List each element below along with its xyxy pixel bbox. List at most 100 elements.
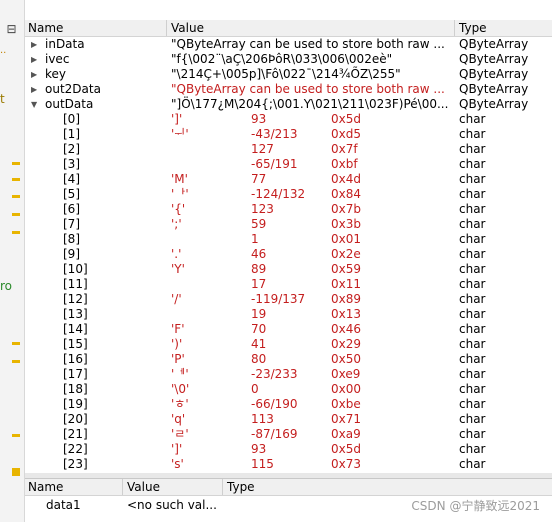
tree-row-child[interactable]: [20] 'q' 113 0x71 char — [25, 412, 552, 427]
tree-row-child[interactable]: [9] '.' 46 0x2e char — [25, 247, 552, 262]
tree-row-outData[interactable]: ▼ outData "]Ö\177¿M\204{;\001.Y\021\211\02… — [25, 97, 552, 112]
child-char: 'ㅎ' — [171, 397, 189, 411]
child-type: char — [459, 202, 486, 216]
tree-row-child[interactable]: [13] 19 0x13 char — [25, 307, 552, 322]
gutter-dots: ·· — [0, 48, 7, 59]
tree-row-child[interactable]: [0] ']' 93 0x5d char — [25, 112, 552, 127]
child-hex: 0x84 — [331, 187, 362, 201]
child-index: [3] — [63, 157, 80, 171]
watch-row-name: data1 — [46, 498, 81, 512]
tree-row-child[interactable]: [16] 'P' 80 0x50 char — [25, 352, 552, 367]
child-decimal: -87/169 — [251, 427, 298, 441]
tree-row-child[interactable]: [1] 'ᅱ' -43/213 0xd5 char — [25, 127, 552, 142]
watch-header-name[interactable]: Name — [28, 480, 63, 494]
child-decimal: 70 — [251, 322, 267, 336]
tree-row-ivec[interactable]: ▶ ivec "f{\002¨\aÇ\206ÞôR\033\006\002eè" QB… — [25, 52, 552, 67]
child-char: '.' — [171, 247, 182, 261]
child-hex: 0x89 — [331, 292, 362, 306]
child-type: char — [459, 217, 486, 231]
change-marker — [12, 468, 20, 476]
var-name: outData — [45, 97, 94, 111]
child-hex: 0x71 — [331, 412, 362, 426]
gutter-ro-text: ro — [0, 279, 13, 293]
tree-row-child[interactable]: [3] -65/191 0xbf char — [25, 157, 552, 172]
tree-row-child[interactable]: [10] 'Y' 89 0x59 char — [25, 262, 552, 277]
tree-row-child[interactable]: [7] ';' 59 0x3b char — [25, 217, 552, 232]
var-type: QByteArray — [459, 82, 529, 96]
var-type: QByteArray — [459, 97, 529, 111]
watch-header-type[interactable]: Type — [227, 480, 255, 494]
child-hex: 0x11 — [331, 277, 362, 291]
change-marker — [12, 231, 20, 234]
child-char: '\0' — [171, 382, 190, 396]
tree-row-child[interactable]: [18] '\0' 0 0x00 char — [25, 382, 552, 397]
tree-row-child[interactable]: [19] 'ㅎ' -66/190 0xbe char — [25, 397, 552, 412]
child-type: char — [459, 172, 486, 186]
child-hex: 0x4d — [331, 172, 361, 186]
child-hex: 0x00 — [331, 382, 362, 396]
tree-row-child[interactable]: [21] 'ㄹ' -87/169 0xa9 char — [25, 427, 552, 442]
tree-row-child[interactable]: [15] ')' 41 0x29 char — [25, 337, 552, 352]
child-decimal: -23/233 — [251, 367, 298, 381]
watch-header-value[interactable]: Value — [127, 480, 160, 494]
child-decimal: 127 — [251, 142, 274, 156]
child-type: char — [459, 352, 486, 366]
child-hex: 0x5d — [331, 442, 361, 456]
child-decimal: 59 — [251, 217, 267, 231]
tree-row-child[interactable]: [14] 'F' 70 0x46 char — [25, 322, 552, 337]
child-index: [10] — [63, 262, 88, 276]
child-hex: 0xbf — [331, 157, 358, 171]
child-type: char — [459, 157, 486, 171]
child-char: 'M' — [171, 172, 188, 186]
collapsed-arrow-icon[interactable]: ▶ — [31, 82, 37, 97]
tree-row-child[interactable]: [23] 's' 115 0x73 char — [25, 457, 552, 472]
tree-row-key[interactable]: ▶ key "\214Ç+\005p]\Fô\022¯\214¾ÕZ\255" QBy… — [25, 67, 552, 82]
tree-row-child[interactable]: [2] 127 0x7f char — [25, 142, 552, 157]
collapsed-arrow-icon[interactable]: ▶ — [31, 67, 37, 82]
child-type: char — [459, 112, 486, 126]
child-hex: 0x5d — [331, 112, 361, 126]
child-char: ']' — [171, 442, 183, 456]
header-name[interactable]: Name — [28, 21, 63, 35]
child-decimal: -66/190 — [251, 397, 298, 411]
tree-row-child[interactable]: [11] 17 0x11 char — [25, 277, 552, 292]
child-type: char — [459, 397, 486, 411]
child-decimal: 17 — [251, 277, 267, 291]
child-type: char — [459, 187, 486, 201]
collapsed-arrow-icon[interactable]: ▶ — [31, 37, 37, 52]
var-value: "QByteArray can be used to store both ra… — [171, 82, 445, 96]
tree-row-child[interactable]: [8] 1 0x01 char — [25, 232, 552, 247]
locals-tree[interactable]: Name Value Type ▶ inData "QByteArray can b… — [25, 20, 552, 473]
child-char: 'ᅦ' — [171, 367, 189, 381]
expanded-arrow-icon[interactable]: ▼ — [31, 97, 37, 112]
tree-row-child[interactable]: [12] '/' -119/137 0x89 char — [25, 292, 552, 307]
tree-row-inData[interactable]: ▶ inData "QByteArray can be used to store … — [25, 37, 552, 52]
tree-row-child[interactable]: [17] 'ᅦ' -23/233 0xe9 char — [25, 367, 552, 382]
child-hex: 0x13 — [331, 307, 362, 321]
change-marker — [12, 342, 20, 345]
tree-row-child[interactable]: [4] 'M' 77 0x4d char — [25, 172, 552, 187]
child-hex: 0x3b — [331, 217, 361, 231]
header-type[interactable]: Type — [459, 21, 487, 35]
tree-row-out2Data[interactable]: ▶ out2Data "QByteArray can be used to stor… — [25, 82, 552, 97]
child-char: 'ᅱ' — [171, 127, 189, 141]
child-type: char — [459, 442, 486, 456]
tree-row-child[interactable]: [5] 'ᅡ' -124/132 0x84 char — [25, 187, 552, 202]
var-name: key — [45, 67, 67, 81]
child-decimal: 115 — [251, 457, 274, 471]
tree-row-child[interactable]: [22] ']' 93 0x5d char — [25, 442, 552, 457]
child-type: char — [459, 307, 486, 321]
tree-row-child[interactable]: [6] '{' 123 0x7b char — [25, 202, 552, 217]
child-char: 's' — [171, 457, 184, 471]
child-index: [11] — [63, 277, 88, 291]
child-char: ')' — [171, 337, 183, 351]
child-index: [21] — [63, 427, 88, 441]
change-marker — [12, 213, 20, 216]
child-char: 'F' — [171, 322, 185, 336]
change-marker — [12, 195, 20, 198]
child-type: char — [459, 427, 486, 441]
header-value[interactable]: Value — [171, 21, 204, 35]
collapse-icon[interactable]: ⊟ — [5, 23, 18, 36]
collapsed-arrow-icon[interactable]: ▶ — [31, 52, 37, 67]
child-char: 'ㄹ' — [171, 427, 189, 441]
